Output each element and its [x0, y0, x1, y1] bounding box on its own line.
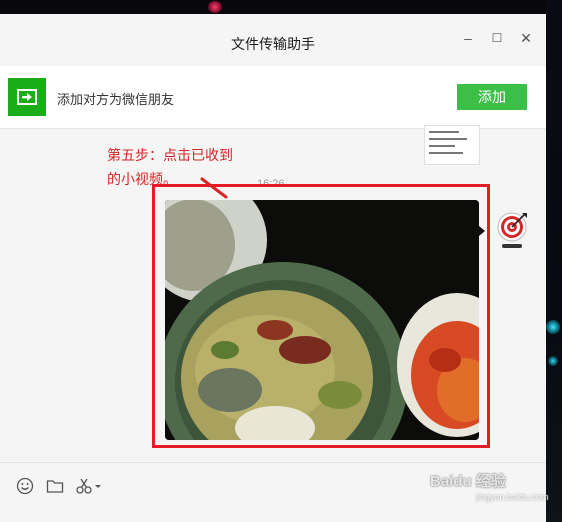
baidu-watermark: Baidu 经验 — [430, 473, 506, 490]
emoji-icon[interactable] — [14, 475, 36, 497]
add-friend-banner: 添加对方为微信朋友 添加 — [0, 66, 546, 129]
annotation-pointer — [200, 177, 228, 199]
desktop-background-right — [546, 0, 562, 522]
desktop-background-top — [0, 0, 562, 14]
message-area[interactable]: 第五步：点击已收到 的小视频。 16:26 — [0, 125, 546, 462]
previous-message-thumbnail[interactable] — [424, 125, 480, 165]
maximize-button[interactable]: ☐ — [487, 28, 507, 48]
target-avatar-icon[interactable] — [496, 212, 528, 252]
video-thumbnail — [165, 200, 479, 440]
desktop-decoration — [548, 356, 558, 366]
scissors-icon[interactable] — [74, 475, 104, 497]
add-friend-button[interactable]: 添加 — [457, 84, 527, 110]
folder-icon[interactable] — [44, 475, 66, 497]
chat-window: 文件传输助手 – ☐ ✕ 添加对方为微信朋友 添加 第五步：点击已收到 的小视频… — [0, 14, 546, 522]
message-timestamp: 16:26 — [257, 178, 285, 190]
minimize-button[interactable]: – — [458, 28, 478, 48]
bubble-tail — [479, 226, 485, 236]
video-message[interactable] — [165, 200, 479, 440]
desktop-decoration — [208, 1, 222, 13]
baidu-watermark-url: jingyan.baidu.com — [476, 492, 549, 502]
add-friend-text: 添加对方为微信朋友 — [57, 92, 175, 107]
title-bar: 文件传输助手 – ☐ ✕ — [0, 14, 546, 66]
desktop-decoration — [546, 320, 560, 334]
close-button[interactable]: ✕ — [516, 28, 536, 48]
arrow-right-icon — [8, 78, 46, 116]
